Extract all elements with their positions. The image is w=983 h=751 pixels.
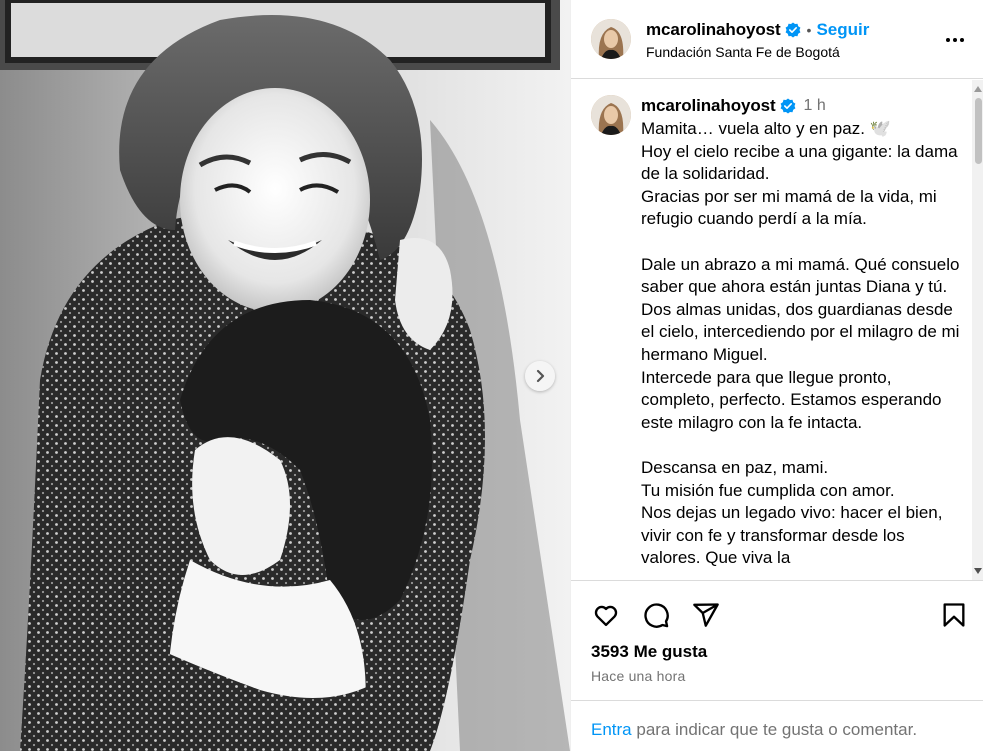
post-location[interactable]: Fundación Santa Fe de Bogotá: [646, 44, 840, 60]
verified-badge-icon: [785, 22, 801, 38]
scrollbar-thumb[interactable]: [975, 98, 982, 164]
post-side-panel: mcarolinahoyost • Seguir Fundación Santa…: [570, 0, 983, 751]
caption-avatar[interactable]: [591, 95, 631, 135]
likes-number: 3593: [591, 642, 629, 661]
login-prompt: Entra para indicar que te gusta o coment…: [571, 700, 983, 751]
post-header: mcarolinahoyost • Seguir Fundación Santa…: [571, 0, 983, 79]
chevron-right-icon: [533, 369, 547, 383]
bookmark-icon[interactable]: [939, 600, 969, 630]
carousel-next-button[interactable]: [525, 361, 555, 391]
likes-label: Me gusta: [633, 642, 708, 661]
caption-text: Mamita… vuela alto y en paz. 🕊️ Hoy el c…: [641, 119, 960, 568]
post-photo-image: [0, 0, 570, 751]
post-photo[interactable]: [0, 0, 570, 751]
scroll-down-arrow-icon[interactable]: [974, 568, 982, 574]
likes-count[interactable]: 3593 Me gusta: [591, 642, 707, 662]
author-username[interactable]: mcarolinahoyost: [646, 20, 781, 40]
heart-icon[interactable]: [591, 600, 621, 630]
caption-username[interactable]: mcarolinahoyost: [641, 96, 776, 116]
caption-timestamp[interactable]: 1 h: [804, 97, 826, 115]
post-actions: 3593 Me gusta Hace una hora: [571, 580, 983, 700]
more-options-icon[interactable]: [943, 30, 967, 50]
separator-dot: •: [806, 22, 812, 38]
comment-icon[interactable]: [641, 600, 671, 630]
comments-area[interactable]: mcarolinahoyost 1 h Mamita… vuela alto y…: [571, 80, 983, 580]
share-icon[interactable]: [691, 600, 721, 630]
comments-scrollbar[interactable]: [972, 80, 983, 580]
login-prompt-text: para indicar que te gusta o comentar.: [631, 720, 918, 739]
follow-button[interactable]: Seguir: [816, 20, 869, 40]
login-link[interactable]: Entra: [591, 720, 632, 739]
avatar[interactable]: [591, 19, 631, 59]
scroll-up-arrow-icon[interactable]: [974, 86, 982, 92]
post-timestamp[interactable]: Hace una hora: [591, 668, 685, 684]
verified-badge-icon: [780, 98, 796, 114]
